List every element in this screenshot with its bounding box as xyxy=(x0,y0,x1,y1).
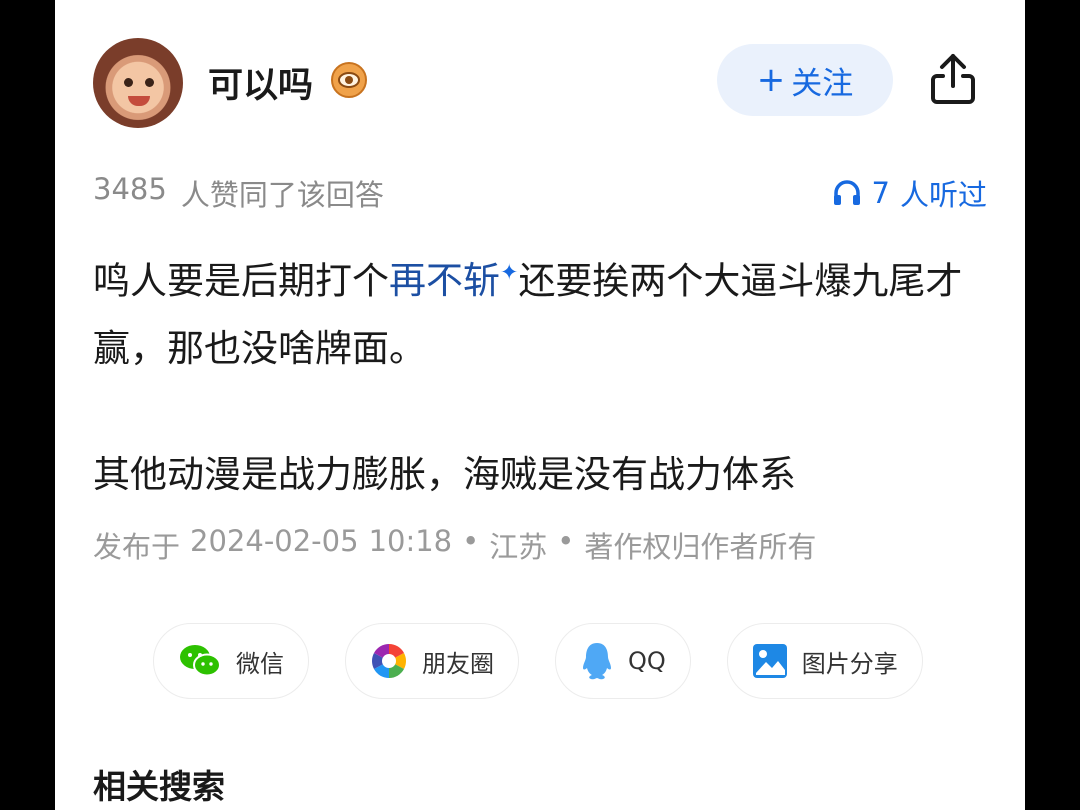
search-term-link[interactable]: 再不斩✦ xyxy=(389,259,518,302)
author-name[interactable]: 可以吗 xyxy=(208,57,313,108)
meta-separator: • xyxy=(462,524,480,558)
share-icon[interactable] xyxy=(929,52,977,112)
share-moments-button[interactable]: 朋友圈 xyxy=(345,623,519,699)
avatar-eye xyxy=(145,78,154,87)
share-label: 图片分享 xyxy=(801,649,898,678)
avatar-mouth xyxy=(128,96,150,106)
likes-count: 3485 xyxy=(93,172,167,206)
eye-badge-icon xyxy=(331,62,367,98)
follow-label: 关注 xyxy=(791,65,854,102)
share-qq-button[interactable]: QQ xyxy=(555,623,691,699)
publish-meta: 发布于 2024-02-05 10:18 • 江苏 • 著作权归作者所有 xyxy=(93,524,816,566)
likes-text: 人赞同了该回答 xyxy=(180,178,384,212)
answer-paragraph: 鸣人要是后期打个再不斩✦还要挨两个大逼斗爆九尾才赢，那也没啥牌面。 xyxy=(93,240,973,383)
listen-text: 人听过 xyxy=(899,178,987,212)
related-search-title: 相关搜索 xyxy=(93,767,225,806)
share-label: 朋友圈 xyxy=(422,649,494,678)
publish-location: 江苏 xyxy=(489,530,548,564)
listen-summary[interactable]: 7 人听过 xyxy=(832,172,987,214)
share-image-button[interactable]: 图片分享 xyxy=(726,623,923,699)
plus-icon: + xyxy=(756,60,786,100)
share-wechat-button[interactable]: 微信 xyxy=(153,623,309,699)
avatar-eye xyxy=(124,78,133,87)
published-label: 发布于 xyxy=(93,530,181,564)
likes-summary: 3485 人赞同了该回答 xyxy=(93,172,384,214)
moments-icon xyxy=(372,644,406,678)
listen-count: 7 xyxy=(871,176,890,210)
answer-page: 可以吗 + 关注 3485 人赞同了该回答 7 人听过 鸣人要是后期打个再不斩✦… xyxy=(55,0,1025,810)
answer-text: 鸣人要是后期打个 xyxy=(93,259,389,303)
answer-body: 鸣人要是后期打个再不斩✦还要挨两个大逼斗爆九尾才赢，那也没啥牌面。 其他动漫是战… xyxy=(93,240,973,509)
headphones-icon xyxy=(833,180,860,205)
author-avatar[interactable] xyxy=(93,38,183,128)
image-share-icon xyxy=(752,644,787,678)
answer-paragraph: 其他动漫是战力膨胀，海贼是没有战力体系 xyxy=(93,453,796,497)
copyright-note: 著作权归作者所有 xyxy=(584,530,817,564)
follow-button[interactable]: + 关注 xyxy=(717,44,893,116)
sparkle-icon: ✦ xyxy=(500,261,519,286)
qq-icon xyxy=(583,643,611,680)
share-row: 微信 朋友圈 QQ 图片分享 xyxy=(153,623,923,699)
search-term-text: 再不斩 xyxy=(389,259,500,303)
meta-separator: • xyxy=(557,524,575,558)
share-label: QQ xyxy=(628,647,666,675)
publish-date: 2024-02-05 xyxy=(190,524,359,558)
publish-time: 10:18 xyxy=(368,524,453,558)
share-label: 微信 xyxy=(236,649,284,678)
wechat-icon xyxy=(180,645,221,677)
